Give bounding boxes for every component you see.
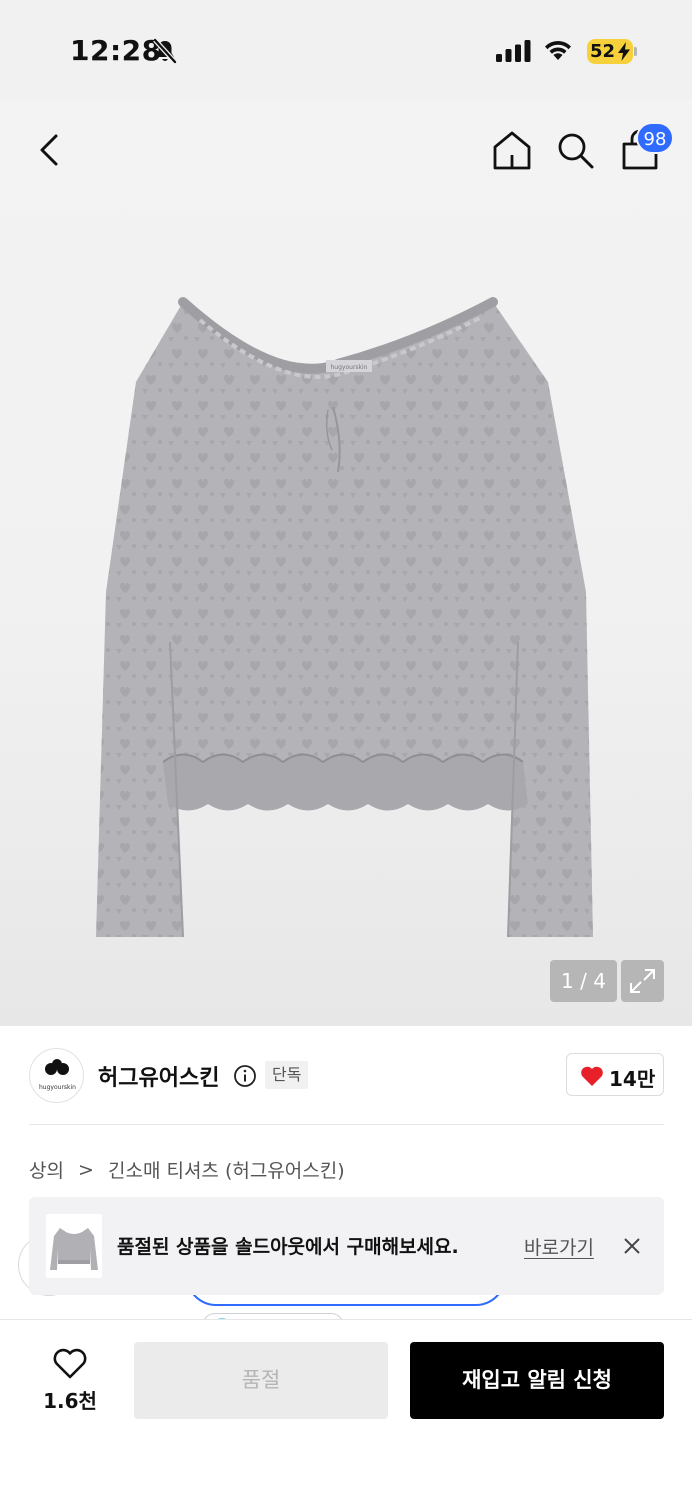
- back-icon[interactable]: [30, 128, 70, 172]
- cart-count-badge: 98: [636, 122, 674, 154]
- breadcrumb-category[interactable]: 상의: [29, 1156, 64, 1183]
- breadcrumb-subcategory[interactable]: 긴소매 티셔츠 (허그유어스킨): [108, 1156, 345, 1183]
- chevron-right-icon: >: [78, 1158, 94, 1181]
- expand-icon: [630, 969, 655, 993]
- brand-name[interactable]: 허그유어스킨: [98, 1060, 219, 1092]
- wifi-icon: [545, 40, 571, 60]
- product-gallery[interactable]: 98 hugyourskin 1 / 4: [0, 100, 692, 1026]
- soldout-banner-link[interactable]: 바로가기: [524, 1233, 594, 1260]
- brand-logo-text: hugyourskin: [39, 1084, 76, 1091]
- bell-off-icon: [153, 38, 177, 64]
- restock-alert-button[interactable]: 재입고 알림 신청: [410, 1342, 664, 1419]
- breadcrumb: 상의 > 긴소매 티셔츠 (허그유어스킨): [29, 1156, 345, 1183]
- brand-logo[interactable]: hugyourskin: [29, 1048, 84, 1103]
- page-indicator: 1 / 4: [550, 960, 617, 1002]
- exclusive-badge: 단독: [265, 1061, 309, 1089]
- heart-outline-icon[interactable]: [52, 1348, 88, 1380]
- close-icon[interactable]: [622, 1236, 642, 1256]
- wish-count: 1.6천: [43, 1389, 97, 1413]
- banner-thumbnail: [46, 1214, 102, 1278]
- home-icon[interactable]: [491, 128, 533, 172]
- garment-tag-text: hugyourskin: [331, 364, 368, 371]
- expand-button[interactable]: [621, 960, 664, 1002]
- bottom-action-bar: 1.6천 품절 재입고 알림 신청: [0, 1319, 692, 1500]
- brand-like-button[interactable]: 14만: [566, 1053, 664, 1096]
- battery-nub: [634, 47, 637, 56]
- soldout-banner: 품절된 상품을 솔드아웃에서 구매해보세요. 바로가기: [29, 1197, 664, 1295]
- soldout-button[interactable]: 품절: [134, 1342, 388, 1419]
- signal-icon: [496, 40, 531, 62]
- brand-like-count: 14만: [609, 1067, 656, 1091]
- soldout-banner-message: 품절된 상품을 솔드아웃에서 구매해보세요.: [117, 1236, 459, 1258]
- charging-bolt-icon: [618, 42, 630, 61]
- heart-filled-icon: [581, 1066, 603, 1086]
- info-icon[interactable]: [233, 1064, 257, 1088]
- status-time: 12:28: [70, 34, 162, 67]
- battery-icon: 52: [587, 39, 633, 64]
- search-icon[interactable]: [555, 130, 595, 170]
- status-bar: 12:28 52: [0, 0, 692, 100]
- divider: [29, 1124, 664, 1125]
- brand-logo-mark: [45, 1059, 69, 1075]
- product-image[interactable]: hugyourskin: [88, 292, 608, 952]
- battery-level: 52: [590, 41, 616, 62]
